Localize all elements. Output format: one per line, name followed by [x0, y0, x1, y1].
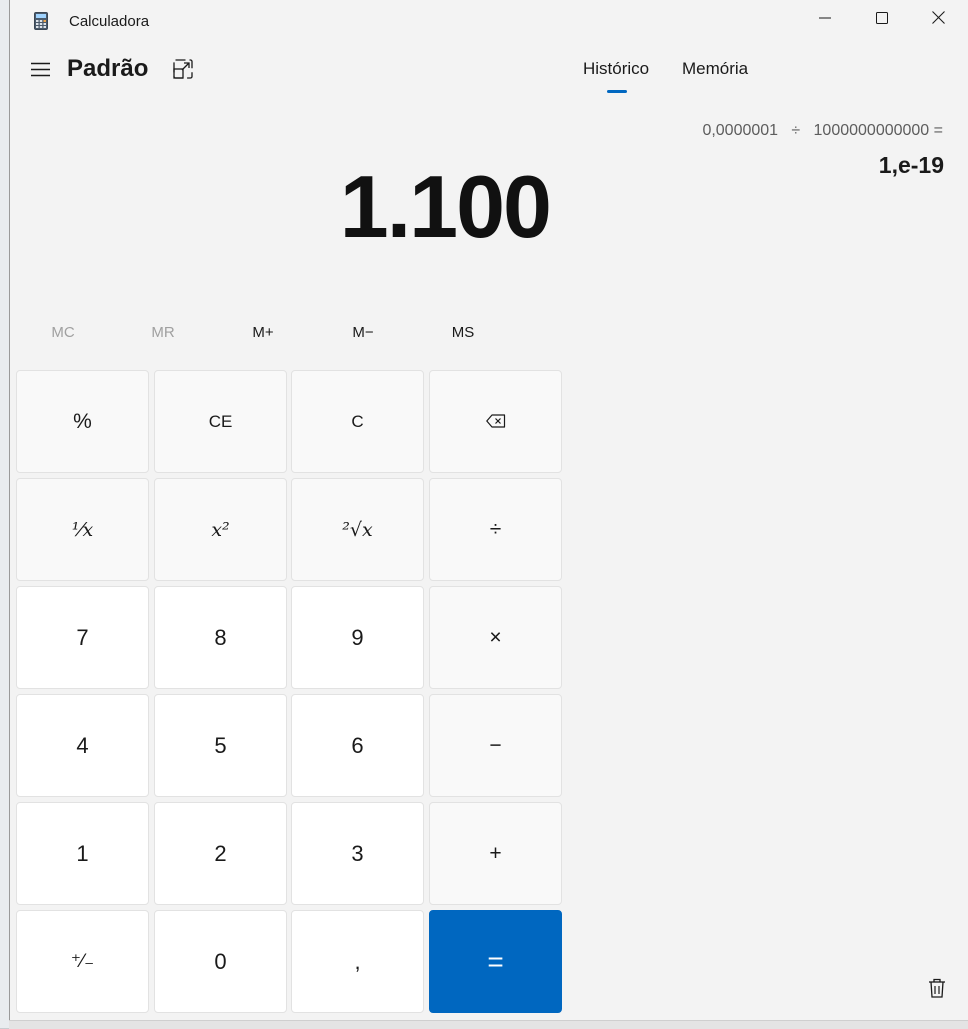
backspace-button[interactable]	[429, 370, 562, 473]
minimize-button[interactable]	[796, 0, 853, 40]
memory-store-button[interactable]: MS	[433, 324, 493, 341]
keep-on-top-icon	[173, 58, 193, 84]
add-button[interactable]: +	[429, 802, 562, 905]
divide-button[interactable]: ÷	[429, 478, 562, 581]
memory-clear-button[interactable]: MC	[33, 324, 93, 341]
subtract-button[interactable]: −	[429, 694, 562, 797]
clear-history-button[interactable]	[924, 976, 950, 1004]
calculator-window: Calculadora Padrão Histórico Memória 1.1…	[9, 0, 968, 1020]
trash-icon	[928, 978, 946, 1003]
digit-8-button[interactable]: 8	[154, 586, 287, 689]
history-result[interactable]: 1,e-19	[879, 152, 944, 179]
minimize-icon	[818, 11, 831, 29]
digit-6-button[interactable]: 6	[291, 694, 424, 797]
percent-button[interactable]: %	[16, 370, 149, 473]
calculator-app-icon	[34, 12, 48, 30]
digit-1-button[interactable]: 1	[16, 802, 149, 905]
maximize-icon	[875, 11, 888, 29]
digit-0-button[interactable]: 0	[154, 910, 287, 1013]
active-tab-indicator	[607, 90, 627, 93]
close-icon	[932, 11, 945, 29]
memory-recall-button[interactable]: MR	[133, 324, 193, 341]
window-title: Calculadora	[69, 13, 150, 30]
tab-history[interactable]: Histórico	[583, 59, 649, 79]
memory-subtract-button[interactable]: M−	[333, 324, 393, 341]
digit-7-button[interactable]: 7	[16, 586, 149, 689]
navigation-menu-button[interactable]	[28, 58, 52, 86]
result-display: 1.100	[339, 157, 552, 256]
keep-on-top-button[interactable]	[170, 58, 196, 84]
digit-3-button[interactable]: 3	[291, 802, 424, 905]
digit-9-button[interactable]: 9	[291, 586, 424, 689]
digit-2-button[interactable]: 2	[154, 802, 287, 905]
digit-4-button[interactable]: 4	[16, 694, 149, 797]
reciprocal-button[interactable]: ¹⁄x	[16, 478, 149, 581]
history-expression[interactable]: 0,0000001 ÷ 1000000000000 =	[702, 122, 943, 140]
clear-button[interactable]: C	[291, 370, 424, 473]
mode-title: Padrão	[67, 55, 149, 82]
decimal-separator-button[interactable]: ,	[291, 910, 424, 1013]
equals-button[interactable]: =	[429, 910, 562, 1013]
multiply-button[interactable]: ×	[429, 586, 562, 689]
clear-entry-button[interactable]: CE	[154, 370, 287, 473]
backspace-icon	[485, 410, 506, 434]
maximize-button[interactable]	[853, 0, 910, 40]
square-root-button[interactable]: ²√x	[291, 478, 424, 581]
title-bar: Calculadora	[10, 0, 968, 42]
square-button[interactable]: x²	[154, 478, 287, 581]
hamburger-icon	[30, 62, 50, 82]
memory-add-button[interactable]: M+	[233, 324, 293, 341]
digit-5-button[interactable]: 5	[154, 694, 287, 797]
close-button[interactable]	[910, 0, 967, 40]
negate-button[interactable]: ⁺⁄₋	[16, 910, 149, 1013]
tab-memory[interactable]: Memória	[682, 59, 748, 79]
